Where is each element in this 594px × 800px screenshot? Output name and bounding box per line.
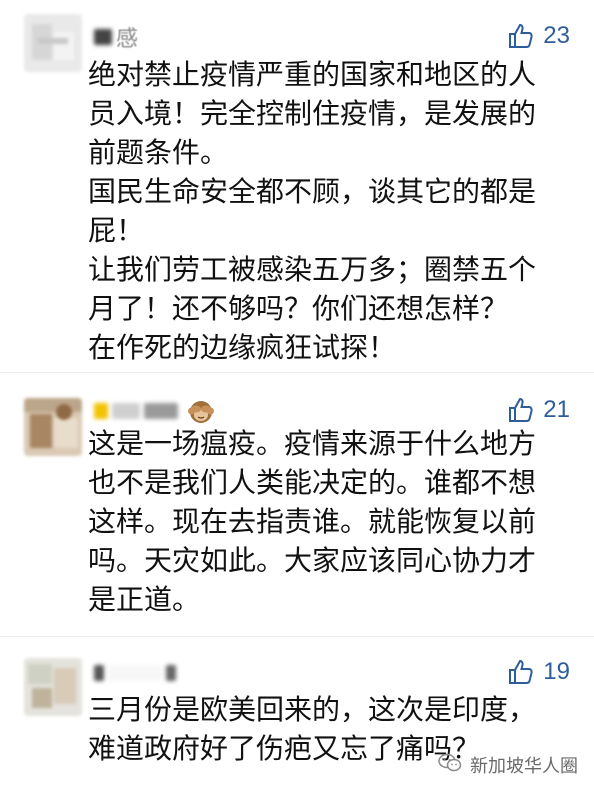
text-line: 月了！还不够吗？你们还想怎样？ [88,292,509,325]
text-line: 这是一场瘟疫。疫情来源于什么地方 [88,427,537,460]
text-line: 是正道。 [88,583,201,616]
avatar[interactable] [24,398,82,456]
text-line: 三月份是欧美回来的，这次是印度， [88,693,537,726]
wechat-icon [438,753,462,778]
like-count: 19 [543,658,570,685]
divider [0,372,594,373]
like-count: 23 [543,22,570,49]
like-button[interactable]: 19 [507,658,570,686]
blurred-name-part [166,665,176,681]
comment-1: 感 23 绝对禁止疫情严重的国家和地区的人 员入境！完全控制住疫情，是发展的 前… [0,0,594,380]
blurred-name-part [144,403,178,419]
nickname[interactable] [94,396,214,426]
thumbs-up-icon [507,658,535,686]
like-button[interactable]: 23 [507,22,570,50]
watermark-text: 新加坡华人圈 [470,756,578,777]
text-line: 在作死的边缘疯狂试探！ [88,331,397,364]
text-line: 吗。天灾如此。大家应该同心协力才 [88,544,537,577]
avatar[interactable] [24,658,82,716]
thumbs-up-icon [507,396,535,424]
blurred-name-part [108,665,162,681]
blurred-name-part [112,403,140,419]
avatar[interactable] [24,14,82,72]
text-line: 员入境！完全控制住疫情，是发展的 [88,97,537,130]
like-button[interactable]: 21 [507,396,570,424]
thumbs-up-icon [507,22,535,50]
see-no-evil-monkey-icon [188,398,214,424]
blurred-name-part [94,665,104,681]
text-line: 前题条件。 [88,136,229,169]
divider [0,636,594,637]
blurred-name-part [94,403,108,419]
text-line: 绝对禁止疫情严重的国家和地区的人 [88,58,537,91]
comment-text: 这是一场瘟疫。疫情来源于什么地方 也不是我们人类能决定的。谁都不想 这样。现在去… [88,424,558,619]
text-line: 屁！ [88,214,145,247]
text-line: 也不是我们人类能决定的。谁都不想 [88,466,537,499]
text-line: 国民生命安全都不顾，谈其它的都是 [88,175,537,208]
comment-text: 绝对禁止疫情严重的国家和地区的人 员入境！完全控制住疫情，是发展的 前题条件。 … [88,55,558,367]
text-line: 让我们劳工被感染五万多；圈禁五个 [88,253,537,286]
comment-2: 21 这是一场瘟疫。疫情来源于什么地方 也不是我们人类能决定的。谁都不想 这样。… [0,380,594,640]
nickname-text: 感 [116,27,139,52]
nickname[interactable] [94,658,180,688]
blurred-name-part [94,29,112,45]
watermark: 新加坡华人圈 [438,752,578,778]
nickname[interactable]: 感 [94,22,138,52]
text-line: 这样。现在去指责谁。就能恢复以前 [88,505,537,538]
like-count: 21 [543,396,570,423]
